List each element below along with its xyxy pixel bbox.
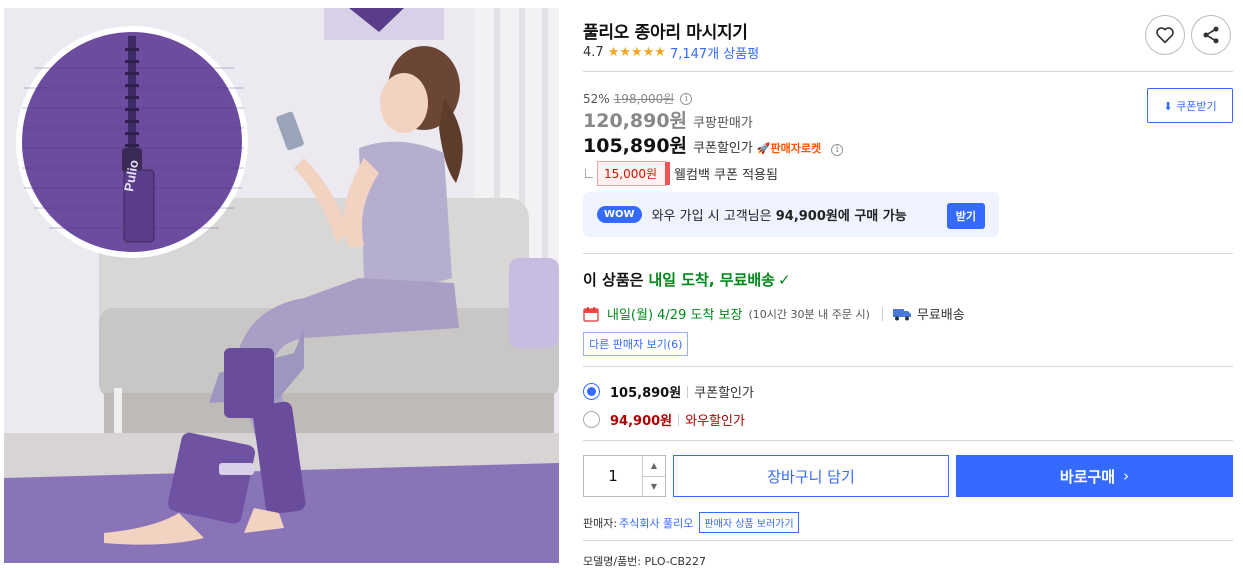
separator bbox=[881, 306, 883, 321]
get-coupon-button[interactable]: ⬇ 쿠폰받기 bbox=[1147, 88, 1233, 123]
option-price: 94,900원 bbox=[610, 414, 673, 429]
model-number: 모델명/품번: PLO-CB227 bbox=[583, 555, 707, 568]
seller-row: 판매자: 주식회사 풀리오 판매자 상품 보러가기 bbox=[583, 512, 799, 533]
divider bbox=[583, 366, 1233, 367]
option-price: 105,890원 bbox=[610, 386, 682, 401]
order-cutoff: (10시간 30분 내 주문 시) bbox=[748, 307, 870, 321]
discount-row: 52% 198,000원 i bbox=[583, 90, 693, 107]
product-title: 풀리오 종아리 마시지기 bbox=[583, 23, 748, 43]
free-shipping: 무료배송 bbox=[916, 308, 965, 323]
seller-rocket-badge: 🚀판매자로켓 bbox=[756, 142, 822, 155]
add-to-cart-button[interactable]: 장바구니 담기 bbox=[673, 455, 949, 497]
welcome-coupon-text: 웰컴백 쿠폰 적용됨 bbox=[674, 168, 778, 183]
wow-text-bold: 94,900원에 구매 가능 bbox=[775, 209, 907, 224]
option-label: 와우할인가 bbox=[685, 414, 745, 429]
radio-wow[interactable] bbox=[583, 411, 600, 428]
delivery-headline-green: 내일 도착, 무료배송 bbox=[648, 271, 775, 289]
quantity-stepper[interactable]: 1 ▲ ▼ bbox=[583, 455, 666, 497]
truck-icon bbox=[892, 308, 911, 320]
check-icon: ✓ bbox=[777, 270, 791, 289]
wow-membership-banner: WOW 와우 가입 시 고객님은 94,900원에 구매 가능 받기 bbox=[583, 192, 999, 237]
seller-name-link[interactable]: 주식회사 풀리오 bbox=[619, 515, 693, 531]
delivery-headline-pre: 이 상품은 bbox=[583, 271, 644, 289]
seller-label: 판매자: bbox=[583, 516, 618, 530]
buy-now-label: 바로구매 bbox=[1059, 467, 1116, 486]
coupon-price-label: 쿠폰할인가 bbox=[693, 141, 753, 156]
delivery-headline: 이 상품은 내일 도착, 무료배송 ✓ bbox=[583, 269, 791, 290]
info-icon[interactable]: i bbox=[680, 92, 693, 105]
quantity-arrows: ▲ ▼ bbox=[643, 456, 665, 496]
price-option-wow[interactable]: 94,900원 와우할인가 bbox=[583, 410, 745, 429]
radio-coupon[interactable] bbox=[583, 383, 600, 400]
star-rating-icon: ★★★★★ bbox=[607, 45, 666, 60]
divider bbox=[583, 71, 1233, 72]
discount-percent: 52% bbox=[583, 91, 610, 106]
wow-get-button[interactable]: 받기 bbox=[946, 203, 985, 229]
price-option-coupon[interactable]: 105,890원 쿠폰할인가 bbox=[583, 382, 754, 401]
review-count-link[interactable]: 7,147개 상품평 bbox=[670, 43, 759, 62]
calendar-icon bbox=[583, 306, 599, 322]
rating-value: 4.7 bbox=[583, 45, 604, 60]
arrival-date: 내일(월) 4/29 도착 보장 bbox=[607, 308, 743, 323]
sale-price: 120,890원 bbox=[583, 110, 688, 132]
product-image[interactable] bbox=[4, 8, 559, 563]
welcome-coupon-row: 15,000원 웰컴백 쿠폰 적용됨 bbox=[583, 161, 778, 186]
separator bbox=[687, 385, 689, 398]
share-icon bbox=[1203, 26, 1219, 44]
coupon-price-row: 105,890원 쿠폰할인가 🚀판매자로켓 i bbox=[583, 131, 844, 158]
divider bbox=[583, 253, 1233, 254]
coupon-price: 105,890원 bbox=[583, 135, 688, 157]
seller-products-button[interactable]: 판매자 상품 보러가기 bbox=[699, 512, 799, 533]
buy-now-button[interactable]: 바로구매 › bbox=[956, 455, 1233, 497]
other-sellers-button[interactable]: 다른 판매자 보기(6) bbox=[583, 332, 689, 356]
quantity-down-icon[interactable]: ▼ bbox=[643, 477, 665, 497]
divider bbox=[583, 540, 1233, 541]
sale-price-row: 120,890원 쿠팡판매가 bbox=[583, 106, 753, 133]
tree-corner bbox=[585, 169, 593, 178]
wishlist-button[interactable] bbox=[1145, 15, 1185, 55]
shipping-row: 내일(월) 4/29 도착 보장 (10시간 30분 내 주문 시) 무료배송 bbox=[583, 304, 965, 323]
heart-icon bbox=[1156, 27, 1174, 44]
product-info-panel: 풀리오 종아리 마시지기 4.7 ★★★★★ 7,147개 상품평 52% 19… bbox=[583, 0, 1233, 568]
welcome-coupon-amount: 15,000원 bbox=[597, 161, 671, 186]
wow-text-pre: 와우 가입 시 고객님은 bbox=[651, 209, 776, 224]
sale-price-label: 쿠팡판매가 bbox=[693, 116, 753, 131]
divider bbox=[583, 440, 1233, 441]
info-icon[interactable]: i bbox=[831, 144, 844, 156]
chevron-right-icon: › bbox=[1123, 467, 1130, 485]
original-price: 198,000원 bbox=[613, 92, 675, 106]
separator bbox=[678, 413, 680, 426]
wow-badge: WOW bbox=[597, 206, 642, 223]
option-label: 쿠폰할인가 bbox=[694, 386, 754, 401]
quantity-input[interactable]: 1 bbox=[584, 456, 643, 496]
share-button[interactable] bbox=[1191, 15, 1231, 55]
quantity-up-icon[interactable]: ▲ bbox=[643, 456, 665, 477]
rating-row: 4.7 ★★★★★ 7,147개 상품평 bbox=[583, 43, 759, 62]
